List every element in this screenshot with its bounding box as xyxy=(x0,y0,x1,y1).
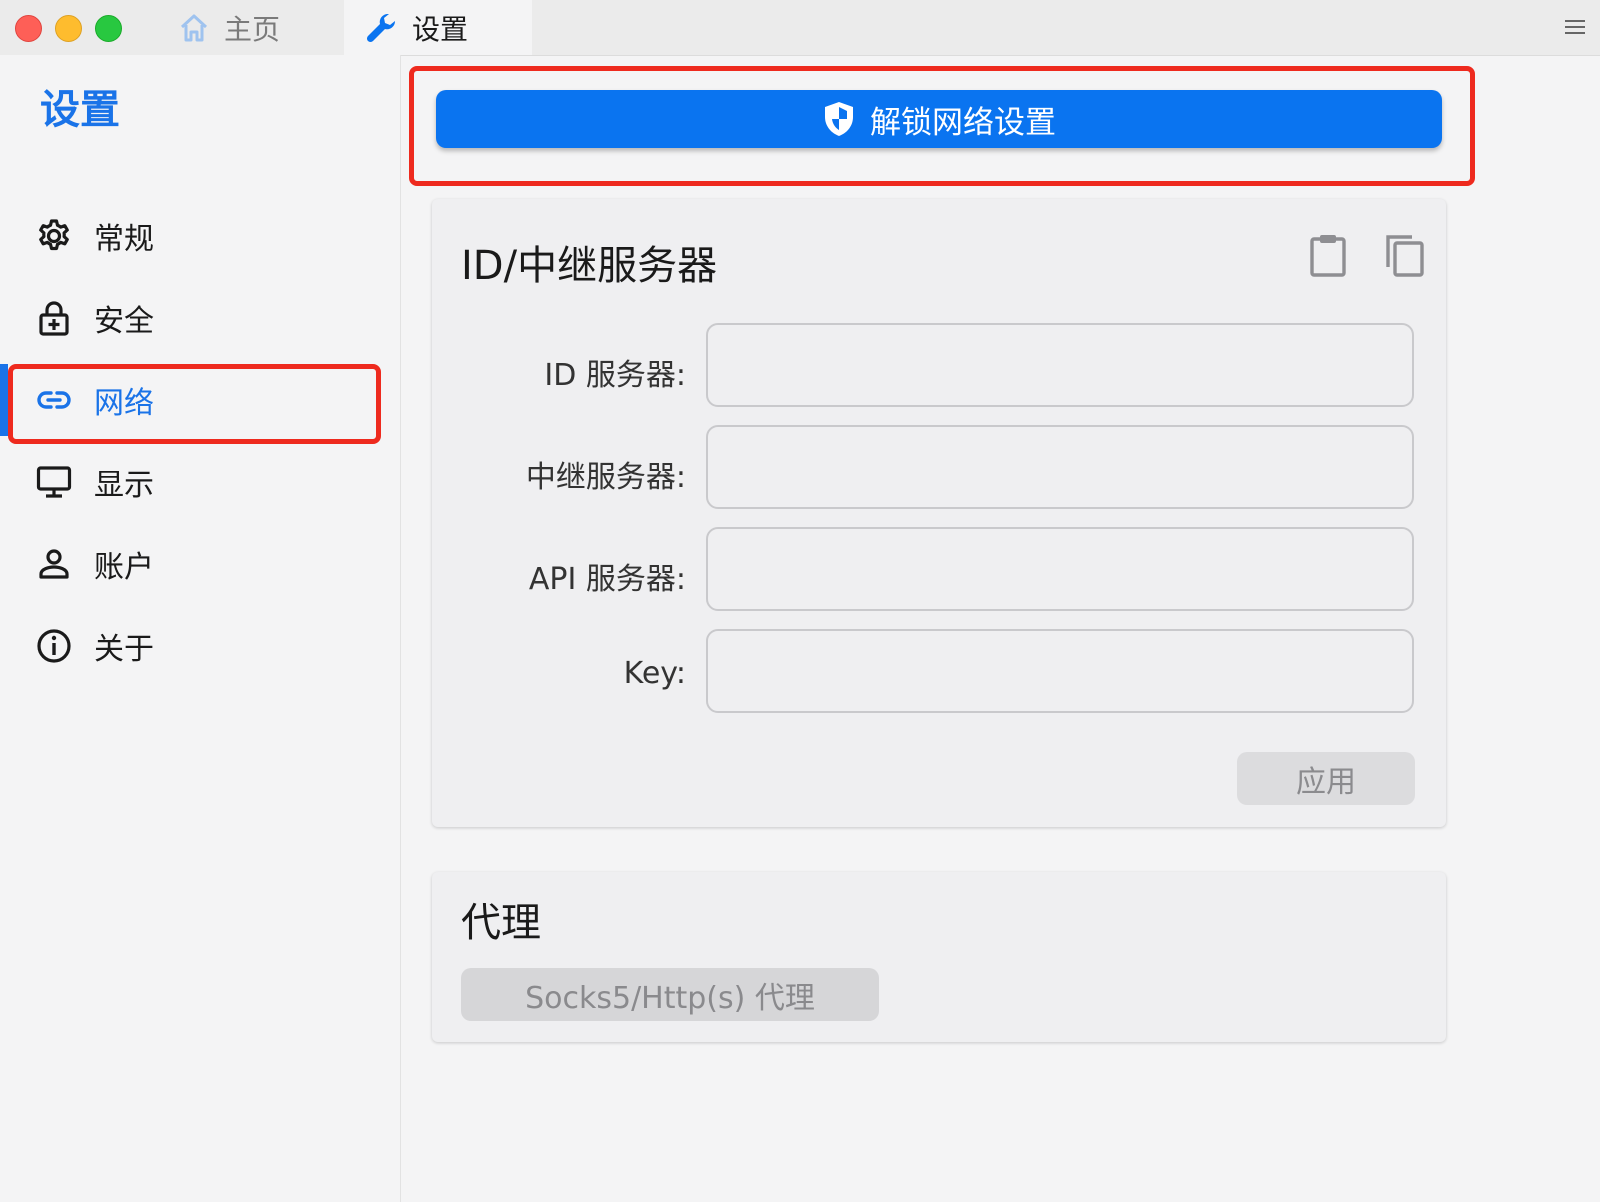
sidebar-item-network[interactable]: 网络 xyxy=(0,360,390,440)
minimize-window-button[interactable] xyxy=(55,15,82,42)
proxy-title: 代理 xyxy=(461,900,541,946)
socks5-http-proxy-button[interactable]: Socks5/Http(s) 代理 xyxy=(461,968,879,1021)
sidebar-item-label: 显示 xyxy=(94,468,154,503)
tab-home-label: 主页 xyxy=(224,12,281,46)
close-window-button[interactable] xyxy=(15,15,42,42)
hamburger-menu-icon[interactable] xyxy=(1564,17,1586,37)
sidebar-item-label: 账户 xyxy=(94,550,154,585)
person-icon xyxy=(39,549,69,579)
id-relay-server-title: ID/中继服务器 xyxy=(461,243,718,289)
zoom-window-button[interactable] xyxy=(95,15,122,42)
api-server-input[interactable] xyxy=(706,527,1414,611)
wrench-icon xyxy=(366,13,396,42)
gear-icon xyxy=(39,219,69,251)
api-server-label: API 服务器: xyxy=(528,562,686,597)
unlock-network-settings-button[interactable]: 解锁网络设置 xyxy=(436,90,1442,148)
relay-server-label: 中继服务器: xyxy=(525,460,686,495)
sidebar-item-label: 常规 xyxy=(94,222,154,257)
title-bar: 主页 设置 xyxy=(0,0,1600,56)
id-server-label: ID 服务器: xyxy=(544,358,686,393)
copy-icon[interactable] xyxy=(1384,233,1426,277)
id-server-input[interactable] xyxy=(706,323,1414,407)
lock-icon xyxy=(39,301,69,336)
settings-window: 主页 设置 设置 常规 安全 网络 显示 账户 关于 解锁网络设置 ID/中继服… xyxy=(0,0,1600,1202)
sidebar: 设置 常规 安全 网络 显示 账户 关于 xyxy=(0,55,401,1202)
home-icon xyxy=(180,14,208,41)
apply-button[interactable]: 应用 xyxy=(1237,752,1415,805)
sidebar-title: 设置 xyxy=(40,87,120,133)
key-input[interactable] xyxy=(706,629,1414,713)
sidebar-item-label: 关于 xyxy=(94,632,154,667)
sidebar-item-about[interactable]: 关于 xyxy=(0,606,390,686)
proxy-card: 代理 Socks5/Http(s) 代理 xyxy=(432,872,1446,1042)
sidebar-item-display[interactable]: 显示 xyxy=(0,442,390,522)
paste-icon[interactable] xyxy=(1308,233,1348,277)
sidebar-item-account[interactable]: 账户 xyxy=(0,524,390,604)
sidebar-item-security[interactable]: 安全 xyxy=(0,278,390,358)
id-relay-server-card: ID/中继服务器 ID 服务器: 中继服务器: API 服务器: Key: 应用 xyxy=(432,199,1446,827)
sidebar-item-label: 安全 xyxy=(94,304,154,339)
unlock-button-label: 解锁网络设置 xyxy=(870,104,1056,141)
tab-settings-label: 设置 xyxy=(412,12,469,46)
sidebar-item-general[interactable]: 常规 xyxy=(0,196,390,276)
relay-server-input[interactable] xyxy=(706,425,1414,509)
tab-home[interactable]: 主页 xyxy=(172,0,342,55)
sidebar-item-label: 网络 xyxy=(94,386,154,421)
key-label: Key: xyxy=(623,656,686,691)
monitor-icon xyxy=(36,466,72,498)
link-icon xyxy=(37,391,71,409)
info-icon xyxy=(37,629,71,663)
shield-icon xyxy=(825,102,853,136)
tab-settings[interactable]: 设置 xyxy=(344,0,532,55)
